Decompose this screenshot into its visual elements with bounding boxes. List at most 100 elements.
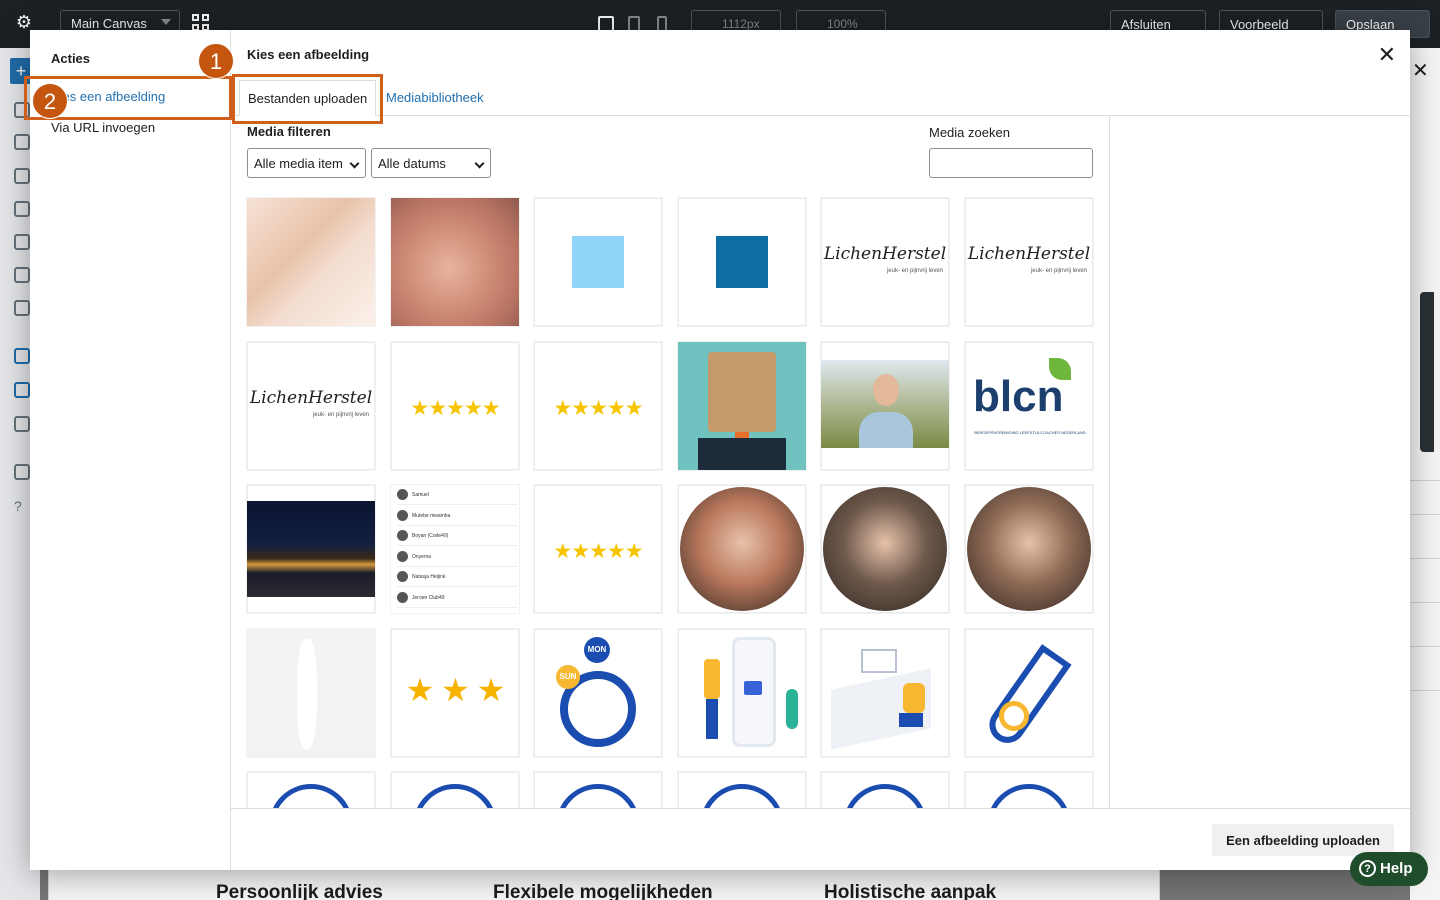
media-toolbar: Een afbeelding uploaden (231, 808, 1410, 870)
attachment-thumbnail[interactable] (534, 772, 662, 808)
attachment-thumbnail[interactable] (391, 198, 519, 326)
portrait-image (680, 487, 804, 611)
attachment-thumbnail[interactable] (678, 485, 806, 613)
attachment-thumbnail[interactable]: ★★★★★ (391, 342, 519, 470)
attachment-thumbnail[interactable] (965, 629, 1093, 757)
attachment-thumbnail[interactable] (678, 342, 806, 470)
attachment-thumbnail[interactable] (821, 342, 949, 470)
avatar (397, 509, 408, 521)
logo-image: LichenHerstel (249, 388, 373, 408)
person-legs (706, 699, 718, 739)
attachment-thumbnail[interactable] (821, 629, 949, 757)
attachment-thumbnail[interactable] (965, 485, 1093, 613)
chat-row: Boyan (Code49) (397, 530, 517, 546)
attachment-thumbnail[interactable] (247, 772, 375, 808)
attachment-thumbnail[interactable]: LichenHerstel jeuk- en pijnvrij leven (247, 342, 375, 470)
media-menu: Acties Kies een afbeelding Via URL invoe… (30, 30, 231, 870)
cart-icon (744, 681, 762, 695)
person-illustration (704, 659, 720, 699)
bag-shape (708, 352, 776, 432)
media-type-value: Alle media item (254, 156, 343, 171)
logo-subtitle: jeuk- en pijnvrij leven (886, 268, 943, 274)
chevron-down-icon (349, 158, 360, 169)
menu-heading: Acties (51, 51, 91, 66)
attachment-thumbnail[interactable]: LichenHerstel jeuk- en pijnvrij leven (821, 198, 949, 326)
avatar (397, 530, 408, 541)
attachment-thumbnail[interactable]: MON SUN (534, 629, 662, 757)
avatar (397, 571, 408, 582)
media-tabs: Bestanden uploaden Mediabibliotheek (231, 80, 1410, 116)
sun-badge: SUN (556, 665, 580, 689)
attachment-thumbnail[interactable] (678, 772, 806, 808)
chat-row: Jeroen Club49 (397, 591, 517, 608)
logo-image: LichenHerstel (967, 244, 1091, 264)
icon-illustration (987, 784, 1071, 808)
chat-row: Onyema (397, 550, 517, 567)
chat-row: Samuel (397, 489, 517, 505)
attachment-thumbnail[interactable]: ★★★★★ (534, 342, 662, 470)
plant-illustration (786, 689, 798, 729)
annotation-badge: 1 (198, 43, 234, 79)
attachment-thumbnail[interactable]: Samuel Mutebe mwamba Boyan (Code49) Onyema N… (391, 485, 519, 613)
avatar (397, 591, 408, 603)
filter-label: Media filteren (247, 124, 331, 139)
attachment-thumbnail[interactable] (247, 629, 375, 757)
icon-illustration (556, 784, 640, 808)
attachment-thumbnail[interactable] (678, 629, 806, 757)
suit-shape (698, 438, 786, 470)
logo-image: LichenHerstel (823, 244, 947, 264)
photo-image (247, 501, 375, 597)
photo-image (391, 198, 519, 326)
close-icon[interactable]: ✕ (1378, 44, 1396, 66)
shirt-shape (859, 412, 913, 448)
help-button[interactable]: ? Help (1350, 852, 1428, 886)
logo-subtitle: jeuk- en pijnvrij leven (312, 412, 369, 418)
attachment-thumbnail[interactable] (965, 772, 1093, 808)
logo-image: blcn (973, 372, 1064, 421)
media-search-input[interactable] (929, 148, 1093, 178)
test-tube-illustration (982, 644, 1072, 750)
logo-subtitle: jeuk- en pijnvrij leven (1030, 268, 1087, 274)
stars-image: ★ ★ ★ (405, 672, 506, 708)
help-icon: ? (1359, 860, 1376, 877)
stars-image: ★★★★★ (553, 540, 643, 563)
attachment-thumbnail[interactable] (247, 198, 375, 326)
person-legs (899, 713, 923, 727)
photo-image (247, 198, 375, 326)
person-illustration (903, 683, 925, 713)
media-modal: Acties Kies een afbeelding Via URL invoe… (30, 30, 1410, 870)
square-image (716, 236, 768, 288)
attachment-thumbnail[interactable] (821, 772, 949, 808)
attachment-thumbnail[interactable] (391, 772, 519, 808)
square-image (572, 236, 624, 288)
annotation-badge: 2 (32, 83, 68, 119)
attachment-thumbnail[interactable]: blcn BEROEPSVERENIGING LEEFSTIJLCOACHES N… (965, 342, 1093, 470)
media-date-select[interactable]: Alle datums (371, 148, 491, 178)
chat-row: Mutebe mwamba (397, 509, 517, 526)
mon-badge: MON (584, 637, 610, 663)
placeholder-shape (297, 639, 317, 749)
avatar (397, 489, 408, 500)
portrait-image (823, 487, 947, 611)
attachment-thumbnail[interactable] (534, 198, 662, 326)
attachment-thumbnail[interactable] (821, 485, 949, 613)
tab-media-library[interactable]: Mediabibliotheek (378, 80, 492, 116)
stars-image: ★★★★★ (553, 397, 643, 420)
face-shape (873, 374, 899, 406)
attachments-browser: Media filteren Alle media item Alle datu… (231, 116, 1110, 808)
icon-illustration (843, 784, 927, 808)
logo-subtitle: BEROEPSVERENIGING LEEFSTIJLCOACHES NEDER… (974, 430, 1086, 435)
attachment-thumbnail[interactable] (678, 198, 806, 326)
media-type-select[interactable]: Alle media item (247, 148, 366, 178)
icon-illustration (700, 784, 784, 808)
attachment-thumbnail[interactable]: ★★★★★ (534, 485, 662, 613)
attachment-thumbnail[interactable]: LichenHerstel jeuk- en pijnvrij leven (965, 198, 1093, 326)
attachment-thumbnail[interactable] (247, 485, 375, 613)
help-label: Help (1380, 860, 1413, 877)
chat-row: Natasja Heijink (397, 571, 517, 587)
menu-item-insert-url[interactable]: Via URL invoegen (51, 120, 155, 135)
attachment-thumbnail[interactable]: ★ ★ ★ (391, 629, 519, 757)
media-frame: Kies een afbeelding ✕ Bestanden uploaden… (231, 30, 1410, 870)
annotation-highlight (232, 74, 383, 124)
stars-image: ★★★★★ (410, 397, 500, 420)
